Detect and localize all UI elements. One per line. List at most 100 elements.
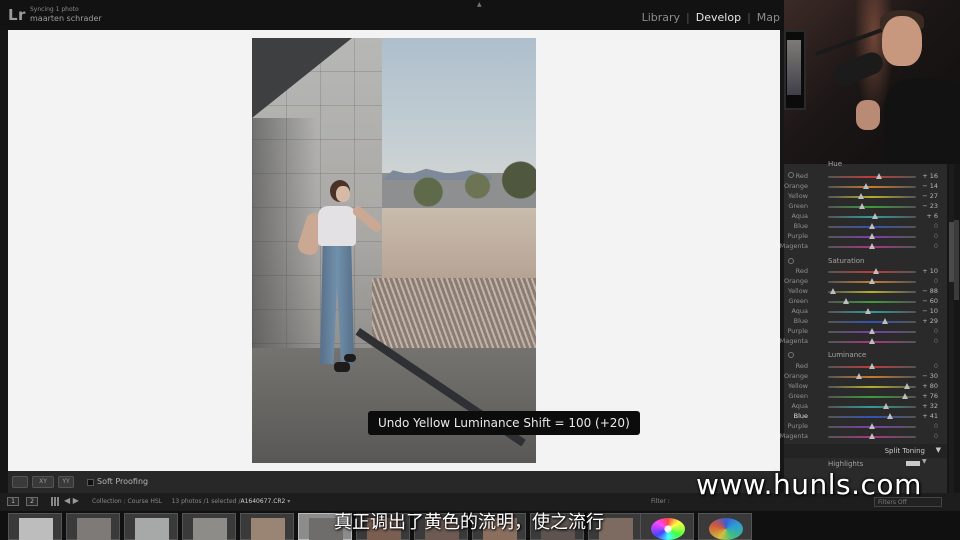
slider-value[interactable]: + 16 xyxy=(918,172,938,180)
slider-knob-icon[interactable] xyxy=(887,413,894,419)
photo-preview[interactable] xyxy=(252,38,536,463)
saturation-slider-magenta[interactable]: Magenta 0 xyxy=(780,336,947,346)
before-after-button[interactable]: YY xyxy=(58,476,74,488)
saturation-slider-yellow[interactable]: Yellow − 88 xyxy=(784,286,947,296)
panel-scrollbar[interactable] xyxy=(949,164,954,493)
slider-value[interactable]: − 10 xyxy=(918,307,938,315)
filmstrip-source-path[interactable]: Collection : Course HSL 13 photos /1 sel… xyxy=(92,498,290,505)
split-toning-header[interactable]: Split Toning ▼ xyxy=(784,444,947,458)
sync-status[interactable]: Syncing 1 photo xyxy=(30,6,79,13)
hue-slider-magenta[interactable]: Magenta 0 xyxy=(780,241,947,251)
slider-value[interactable]: + 29 xyxy=(918,317,938,325)
slider-value[interactable]: + 76 xyxy=(918,392,938,400)
slider-value[interactable]: 0 xyxy=(918,232,938,240)
module-library[interactable]: Library xyxy=(642,11,680,24)
luminance-slider-red[interactable]: Red 0 xyxy=(784,361,947,371)
highlights-dropdown-icon[interactable]: ▼ xyxy=(922,458,927,465)
slider-knob-icon[interactable] xyxy=(859,203,866,209)
slider-value[interactable]: 0 xyxy=(918,277,938,285)
slider-knob-icon[interactable] xyxy=(864,308,871,314)
slider-track[interactable] xyxy=(828,186,916,188)
slider-track[interactable] xyxy=(828,301,916,303)
slider-knob-icon[interactable] xyxy=(869,233,875,239)
slider-value[interactable]: − 23 xyxy=(918,202,938,210)
slider-track[interactable] xyxy=(828,196,916,198)
slider-knob-icon[interactable] xyxy=(904,383,911,389)
filmstrip-thumbnail-color-wheel[interactable] xyxy=(698,513,752,540)
primary-window-button[interactable]: 1 xyxy=(7,497,19,506)
slider-knob-icon[interactable] xyxy=(871,213,878,219)
compare-view-button[interactable]: XY xyxy=(32,476,54,488)
filmstrip-thumbnail[interactable] xyxy=(240,513,294,540)
luminance-slider-magenta[interactable]: Magenta 0 xyxy=(780,431,947,441)
slider-track[interactable] xyxy=(828,176,916,178)
slider-value[interactable]: 0 xyxy=(918,432,938,440)
hue-target-adjust-icon[interactable] xyxy=(788,172,794,178)
slider-value[interactable]: 0 xyxy=(918,242,938,250)
slider-knob-icon[interactable] xyxy=(902,393,909,399)
saturation-target-adjust-icon[interactable] xyxy=(788,258,794,264)
filmstrip-thumbnail[interactable] xyxy=(182,513,236,540)
slider-track[interactable] xyxy=(828,386,916,388)
slider-value[interactable]: 0 xyxy=(918,337,938,345)
nav-arrows-icon[interactable]: ◀ ▶ xyxy=(64,496,79,505)
slider-track[interactable] xyxy=(828,291,916,293)
slider-value[interactable]: 0 xyxy=(918,327,938,335)
module-map[interactable]: Map xyxy=(757,11,780,24)
slider-value[interactable]: + 32 xyxy=(918,402,938,410)
panel-toggle-up-icon[interactable]: ▲ xyxy=(477,1,482,8)
right-edge-handle[interactable] xyxy=(954,220,959,300)
slider-value[interactable]: − 27 xyxy=(918,192,938,200)
slider-knob-icon[interactable] xyxy=(883,403,890,409)
filmstrip-thumbnail-color-wheel[interactable] xyxy=(640,513,694,540)
saturation-slider-aqua[interactable]: Aqua − 10 xyxy=(784,306,947,316)
slider-value[interactable]: 0 xyxy=(918,222,938,230)
slider-knob-icon[interactable] xyxy=(881,318,888,324)
slider-value[interactable]: + 80 xyxy=(918,382,938,390)
slider-knob-icon[interactable] xyxy=(869,433,875,439)
saturation-slider-red[interactable]: Red + 10 xyxy=(784,266,947,276)
hue-slider-orange[interactable]: Orange − 14 xyxy=(784,181,947,191)
slider-knob-icon[interactable] xyxy=(869,363,875,369)
slider-knob-icon[interactable] xyxy=(857,193,864,199)
collapse-triangle-icon[interactable]: ▼ xyxy=(936,446,941,454)
slider-knob-icon[interactable] xyxy=(830,288,837,294)
slider-value[interactable]: + 6 xyxy=(918,212,938,220)
slider-track[interactable] xyxy=(828,416,916,418)
luminance-slider-yellow[interactable]: Yellow + 80 xyxy=(784,381,947,391)
slider-value[interactable]: 0 xyxy=(918,362,938,370)
hue-slider-yellow[interactable]: Yellow − 27 xyxy=(784,191,947,201)
slider-value[interactable]: + 10 xyxy=(918,267,938,275)
loupe-view-button[interactable] xyxy=(12,476,28,488)
luminance-slider-aqua[interactable]: Aqua + 32 xyxy=(784,401,947,411)
slider-track[interactable] xyxy=(828,311,916,313)
slider-knob-icon[interactable] xyxy=(869,223,875,229)
slider-knob-icon[interactable] xyxy=(873,268,880,274)
hue-slider-green[interactable]: Green − 23 xyxy=(784,201,947,211)
slider-track[interactable] xyxy=(828,376,916,378)
saturation-slider-orange[interactable]: Orange 0 xyxy=(784,276,947,286)
grid-view-icon[interactable] xyxy=(51,497,60,506)
slider-track[interactable] xyxy=(828,406,916,408)
luminance-slider-blue[interactable]: Blue + 41 xyxy=(784,411,947,421)
slider-value[interactable]: − 14 xyxy=(918,182,938,190)
slider-knob-icon[interactable] xyxy=(869,338,875,344)
saturation-slider-blue[interactable]: Blue + 29 xyxy=(784,316,947,326)
slider-value[interactable]: + 41 xyxy=(918,412,938,420)
slider-track[interactable] xyxy=(828,206,916,208)
hue-slider-blue[interactable]: Blue 0 xyxy=(784,221,947,231)
slider-track[interactable] xyxy=(828,321,916,323)
hue-slider-purple[interactable]: Purple 0 xyxy=(784,231,947,241)
slider-track[interactable] xyxy=(828,271,916,273)
secondary-window-button[interactable]: 2 xyxy=(26,497,38,506)
slider-knob-icon[interactable] xyxy=(869,278,875,284)
saturation-slider-green[interactable]: Green − 60 xyxy=(784,296,947,306)
luminance-slider-orange[interactable]: Orange − 30 xyxy=(784,371,947,381)
slider-knob-icon[interactable] xyxy=(855,373,862,379)
hue-slider-aqua[interactable]: Aqua + 6 xyxy=(784,211,947,221)
slider-knob-icon[interactable] xyxy=(869,328,875,334)
slider-knob-icon[interactable] xyxy=(862,183,869,189)
hue-slider-red[interactable]: Red + 16 xyxy=(784,171,947,181)
filmstrip-thumbnail[interactable] xyxy=(66,513,120,540)
filmstrip-thumbnail[interactable] xyxy=(124,513,178,540)
